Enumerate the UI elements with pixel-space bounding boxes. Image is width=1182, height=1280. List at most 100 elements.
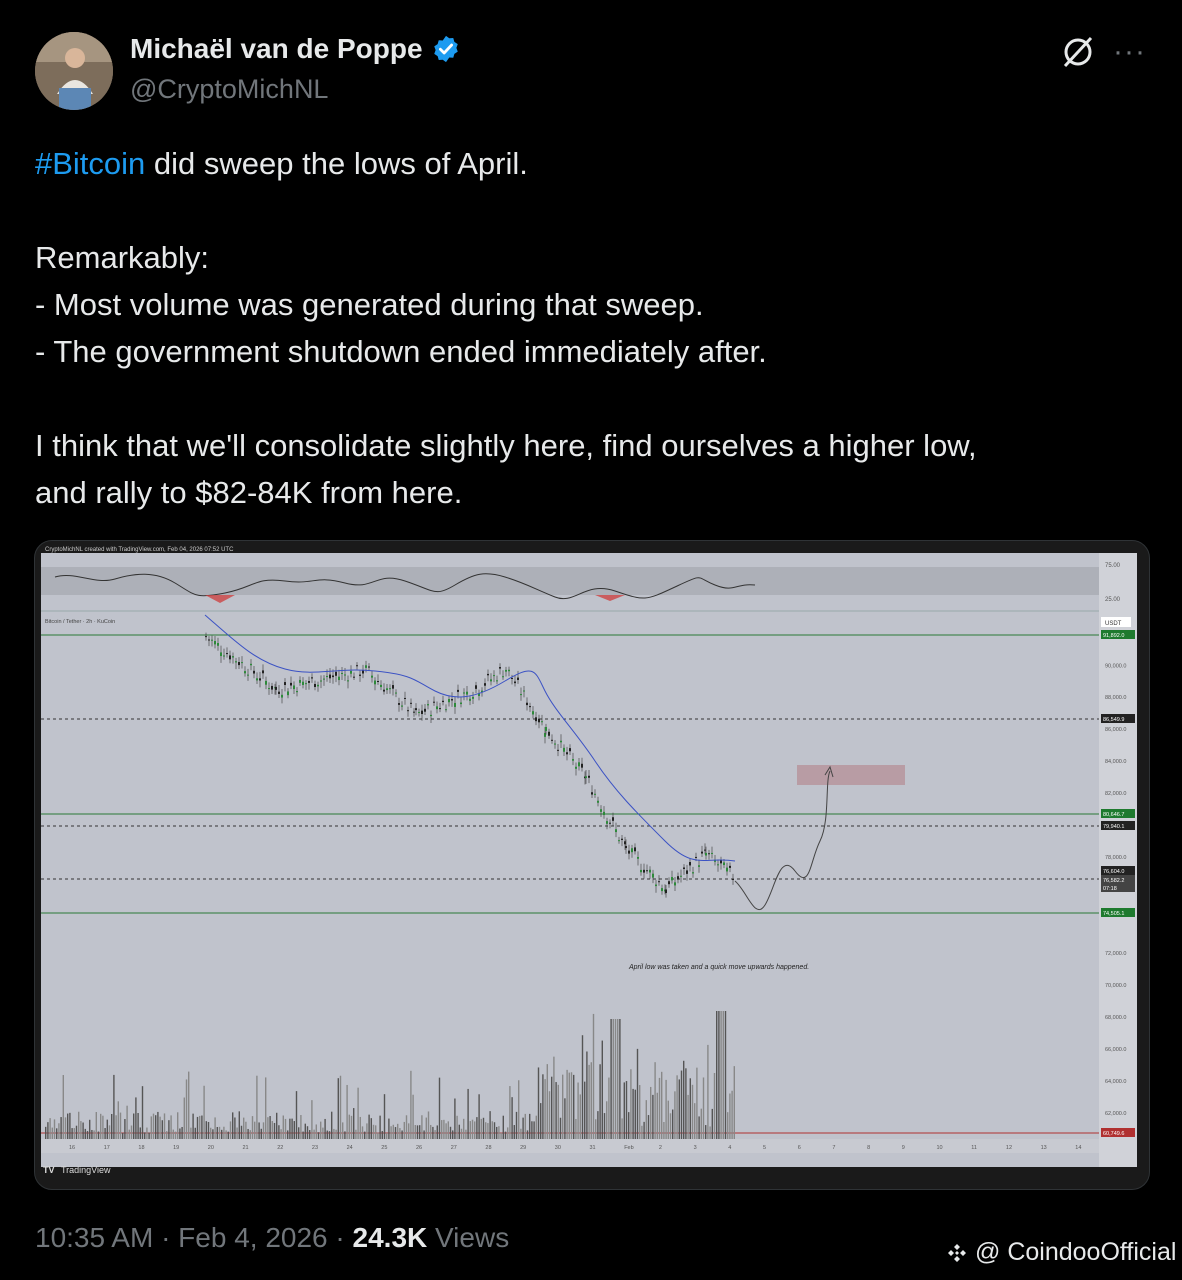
candle-body — [244, 671, 246, 674]
volume-bar — [265, 1077, 267, 1139]
candle-body — [532, 711, 534, 715]
volume-bar — [130, 1125, 133, 1139]
volume-bar — [172, 1129, 174, 1139]
candle-body — [680, 875, 682, 877]
volume-bar — [346, 1084, 348, 1139]
symbol-label: Bitcoin / Tether · 2h · KuCoin — [45, 619, 115, 625]
chart-image[interactable]: CryptoMichNL created with TradingView.co… — [34, 540, 1150, 1190]
volume-bar — [339, 1075, 342, 1139]
candle-body — [241, 662, 243, 664]
volume-bar — [568, 1072, 570, 1139]
volume-bar — [458, 1124, 460, 1139]
candle-body — [302, 681, 304, 686]
candle-body — [460, 702, 462, 705]
tweet-line-6: and rally to $82-84K from here. — [35, 475, 463, 510]
candle-body — [401, 705, 403, 707]
candle-body — [557, 749, 559, 751]
volume-bar — [104, 1128, 106, 1139]
volume-bar — [258, 1122, 260, 1139]
hashtag-link[interactable]: #Bitcoin — [35, 146, 145, 181]
volume-bar — [537, 1067, 540, 1139]
rsi-label-25: 25.00 — [1105, 597, 1121, 603]
candle-body — [220, 652, 222, 657]
date-tick-10: 26 — [416, 1145, 422, 1151]
volume-bar — [491, 1121, 493, 1139]
candle-body — [413, 711, 415, 713]
candle-body — [615, 829, 617, 833]
volume-bar — [414, 1125, 416, 1139]
author-handle[interactable]: @CryptoMichNL — [130, 74, 328, 105]
date-tick-15: 31 — [590, 1145, 596, 1151]
candle-body — [726, 867, 728, 872]
candle-body — [278, 691, 280, 694]
volume-bar — [524, 1113, 526, 1139]
candle-body — [517, 677, 519, 680]
candle-body — [597, 800, 599, 803]
volume-bar — [210, 1127, 212, 1139]
volume-bar — [139, 1127, 141, 1139]
price-tick-5: 78,000.0 — [1105, 855, 1126, 861]
volume-bar — [493, 1122, 496, 1139]
volume-bar — [260, 1128, 262, 1139]
avatar[interactable] — [35, 32, 113, 110]
candle-body — [689, 862, 691, 866]
candle-body — [211, 639, 213, 641]
candle-body — [541, 721, 543, 723]
volume-bar — [687, 1094, 689, 1139]
volume-bar — [372, 1124, 375, 1139]
volume-bar — [608, 1077, 610, 1139]
volume-bar — [513, 1125, 515, 1139]
grok-icon[interactable] — [1060, 34, 1096, 70]
volume-bar — [322, 1127, 324, 1139]
candle-body — [281, 694, 283, 698]
tweet-timestamp[interactable]: 10:35 AM · Feb 4, 2026 · — [35, 1222, 353, 1253]
rsi-band — [41, 567, 1099, 595]
candle-body — [637, 857, 639, 859]
volume-bar — [377, 1132, 379, 1139]
volume-bar — [509, 1086, 511, 1139]
tweet-line-1: #Bitcoin did sweep the lows of April. — [35, 140, 1145, 187]
target-zone — [797, 765, 905, 785]
volume-bar — [606, 1101, 608, 1139]
candle-body — [427, 704, 429, 706]
volume-bar — [108, 1125, 111, 1139]
volume-bar — [522, 1117, 524, 1139]
author-name-row[interactable]: Michaël van de Poppe — [130, 33, 461, 65]
date-tick-19: 4 — [728, 1145, 731, 1151]
volume-bar — [298, 1127, 300, 1139]
volume-bar — [282, 1115, 284, 1139]
volume-bar — [713, 1072, 716, 1139]
volume-bar — [564, 1098, 566, 1139]
volume-bar — [718, 1011, 720, 1139]
price-tag-1: 86,549.9 — [1103, 717, 1124, 723]
watermark-text: @ CoindooOfficial — [975, 1238, 1177, 1266]
volume-bar — [366, 1123, 368, 1139]
date-tick-29: 14 — [1075, 1145, 1081, 1151]
price-tick-4: 82,000.0 — [1105, 791, 1126, 797]
candle-body — [392, 685, 394, 689]
candle-body — [511, 677, 513, 679]
volume-bar — [234, 1117, 236, 1139]
volume-bar — [709, 1126, 711, 1139]
volume-bar — [454, 1098, 456, 1139]
volume-bar — [240, 1125, 243, 1139]
volume-bar — [181, 1126, 183, 1139]
volume-bar — [643, 1121, 645, 1139]
candle-body — [338, 676, 340, 681]
candle-body — [695, 856, 697, 858]
candle-body — [649, 869, 651, 873]
volume-bar — [324, 1118, 326, 1139]
volume-bar — [614, 1019, 617, 1139]
volume-bar — [383, 1094, 386, 1139]
more-options-icon[interactable]: ··· — [1113, 37, 1146, 67]
author-name[interactable]: Michaël van de Poppe — [130, 33, 423, 65]
date-tick-26: 11 — [971, 1145, 977, 1151]
volume-bar — [394, 1127, 397, 1139]
volume-bar — [245, 1121, 247, 1139]
volume-bar — [119, 1112, 122, 1139]
candle-body — [548, 731, 550, 736]
volume-bar — [51, 1127, 53, 1139]
volume-bar — [586, 1051, 588, 1139]
volume-bar — [639, 1085, 641, 1139]
volume-bar — [452, 1130, 454, 1139]
